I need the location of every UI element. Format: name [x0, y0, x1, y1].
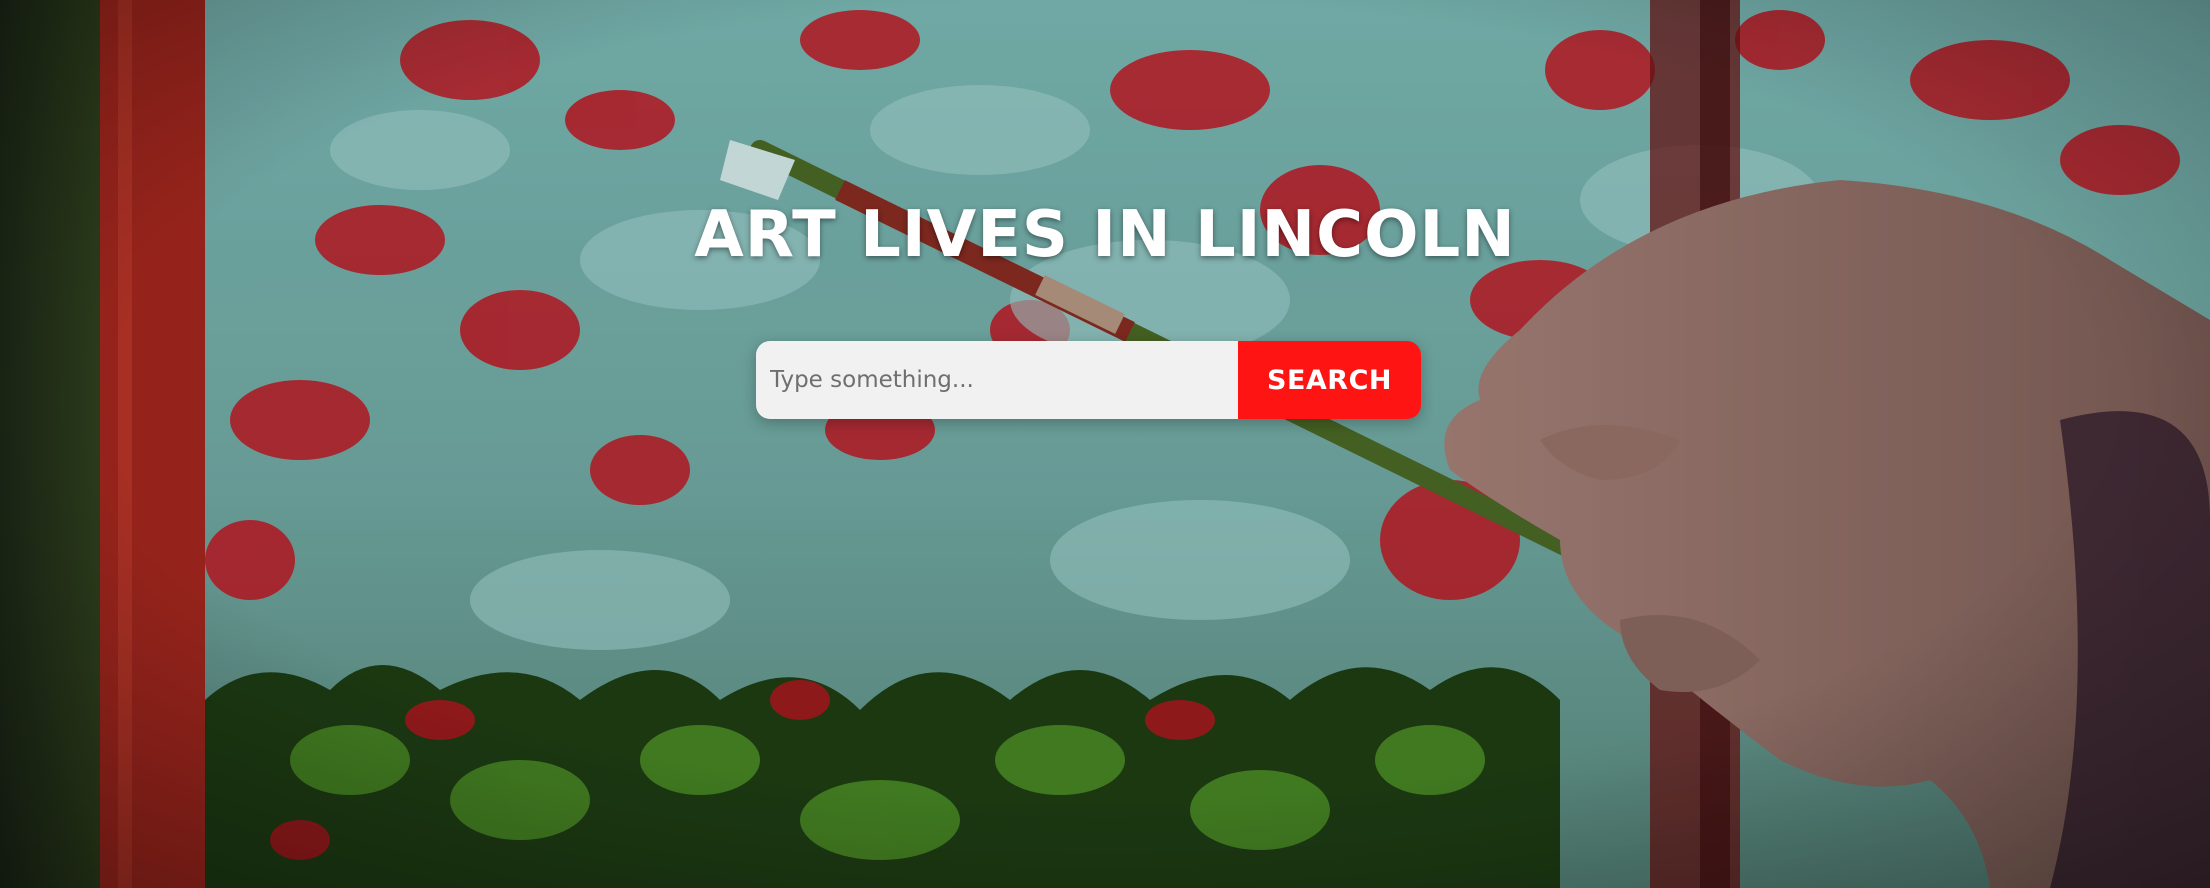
page-title: ART LIVES IN LINCOLN — [694, 198, 1516, 272]
search-form: SEARCH — [756, 341, 1421, 419]
search-button[interactable]: SEARCH — [1238, 341, 1421, 419]
search-input[interactable] — [756, 341, 1238, 419]
hero-content: ART LIVES IN LINCOLN SEARCH — [0, 0, 2210, 888]
hero-section: ART LIVES IN LINCOLN SEARCH — [0, 0, 2210, 888]
